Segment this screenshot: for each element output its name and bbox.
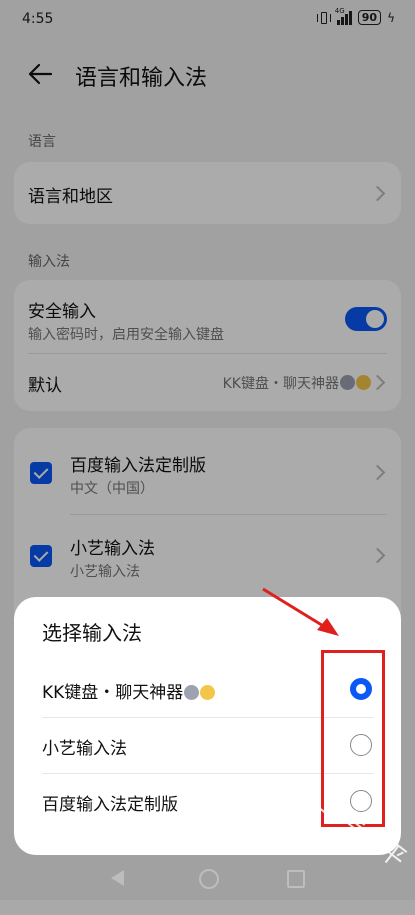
nav-back-icon[interactable] (111, 870, 124, 886)
navigation-bar (0, 860, 415, 900)
smile-emoji-icon (200, 685, 216, 700)
option-label: KK键盘・聊天神器 (42, 678, 216, 703)
option-label: 小艺输入法 (42, 739, 127, 759)
annotation-arrow-icon (262, 587, 339, 636)
nav-recents-icon[interactable] (287, 870, 305, 888)
dialog-title: 选择输入法 (42, 621, 142, 645)
option-label: 百度输入法定制版 (42, 795, 178, 815)
nav-home-icon[interactable] (199, 869, 219, 889)
moon-emoji-icon (184, 685, 200, 700)
option-label-text: KK键盘・聊天神器 (42, 683, 184, 703)
